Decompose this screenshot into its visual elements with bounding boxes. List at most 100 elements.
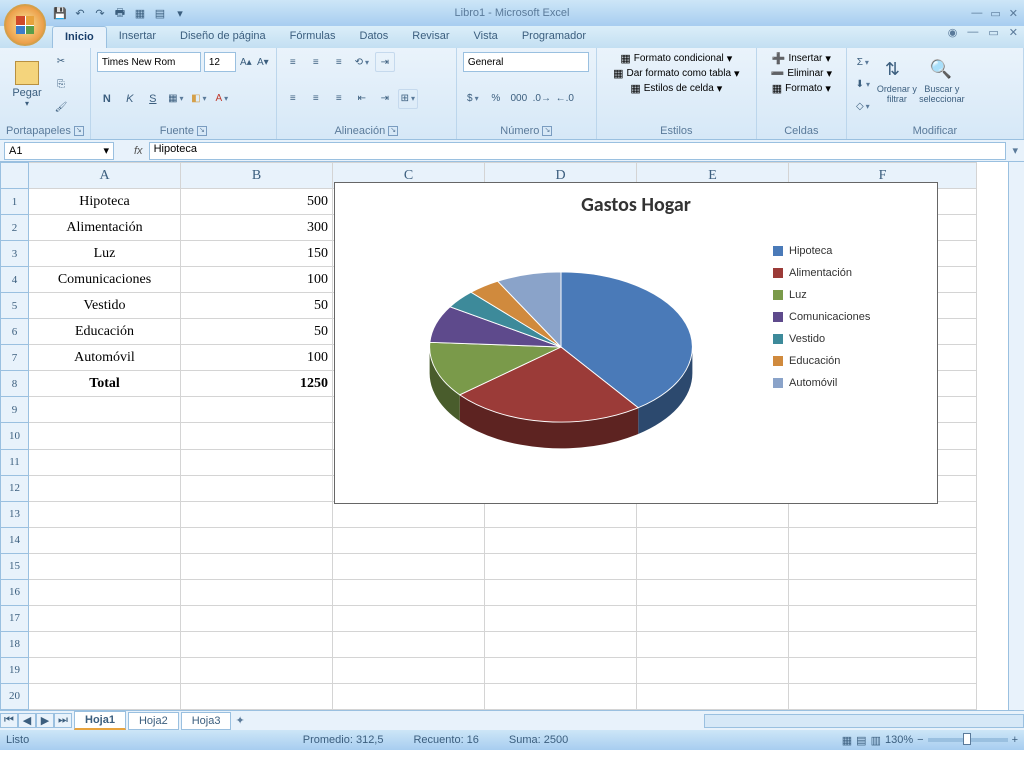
cell-B8[interactable]: 1250 xyxy=(181,371,333,397)
name-box[interactable]: A1▾ xyxy=(4,142,114,160)
cell-E19[interactable] xyxy=(637,657,789,683)
tab-inicio[interactable]: Inicio xyxy=(52,26,107,48)
cell-A17[interactable] xyxy=(29,605,181,631)
font-name-select[interactable] xyxy=(97,52,201,72)
cell-B15[interactable] xyxy=(181,553,333,579)
row-header[interactable]: 19 xyxy=(1,657,29,683)
row-header[interactable]: 18 xyxy=(1,631,29,657)
border-button[interactable]: ▦ xyxy=(166,89,186,109)
cell-C18[interactable] xyxy=(333,631,485,657)
cell-A16[interactable] xyxy=(29,579,181,605)
row-header[interactable]: 5 xyxy=(1,293,29,319)
row-header[interactable]: 2 xyxy=(1,215,29,241)
clear-icon[interactable]: ◇ xyxy=(853,96,873,116)
cell-D17[interactable] xyxy=(485,605,637,631)
ribbon-restore-icon[interactable]: ▭ xyxy=(988,26,998,39)
row-header[interactable]: 11 xyxy=(1,449,29,475)
tab-insertar[interactable]: Insertar xyxy=(107,26,168,48)
cell-E17[interactable] xyxy=(637,605,789,631)
cell-E18[interactable] xyxy=(637,631,789,657)
next-sheet-icon[interactable]: ▶ xyxy=(36,713,54,728)
cell-B9[interactable] xyxy=(181,397,333,423)
cell-F17[interactable] xyxy=(789,605,977,631)
last-sheet-icon[interactable]: ⏭ xyxy=(54,713,72,728)
cell-B17[interactable] xyxy=(181,605,333,631)
close-icon[interactable]: ✕ xyxy=(1009,7,1018,20)
office-button[interactable] xyxy=(4,4,46,46)
sheet-tab-hoja3[interactable]: Hoja3 xyxy=(181,712,232,730)
cell-F15[interactable] xyxy=(789,553,977,579)
decrease-font-icon[interactable]: A▾ xyxy=(256,52,270,72)
cell-B14[interactable] xyxy=(181,527,333,553)
cell-A19[interactable] xyxy=(29,657,181,683)
number-format-select[interactable] xyxy=(463,52,589,72)
zoom-slider[interactable] xyxy=(928,738,1008,742)
cell-F19[interactable] xyxy=(789,657,977,683)
underline-button[interactable]: S xyxy=(143,89,163,109)
cell-A3[interactable]: Luz xyxy=(29,241,181,267)
cell-E20[interactable] xyxy=(637,683,789,709)
row-header[interactable]: 3 xyxy=(1,241,29,267)
format-cells-button[interactable]: ▦Formato ▾ xyxy=(763,82,840,95)
paste-button[interactable]: Pegar ▾ xyxy=(6,54,48,114)
ribbon-minimize-icon[interactable]: — xyxy=(967,26,978,39)
cell-D19[interactable] xyxy=(485,657,637,683)
expand-formula-icon[interactable]: ▾ xyxy=(1006,144,1024,157)
find-select-button[interactable]: 🔍 Buscar y seleccionar xyxy=(921,52,963,112)
tab-formulas[interactable]: Fórmulas xyxy=(278,26,348,48)
decrease-indent-icon[interactable]: ⇤ xyxy=(352,89,372,109)
cell-A4[interactable]: Comunicaciones xyxy=(29,267,181,293)
qat-icon[interactable]: ▤ xyxy=(152,5,168,21)
row-header[interactable]: 13 xyxy=(1,501,29,527)
align-middle-icon[interactable]: ≡ xyxy=(306,52,326,72)
increase-font-icon[interactable]: A▴ xyxy=(239,52,253,72)
cell-B16[interactable] xyxy=(181,579,333,605)
wrap-text-icon[interactable]: ⇥ xyxy=(375,52,395,72)
align-right-icon[interactable]: ≡ xyxy=(329,89,349,109)
align-top-icon[interactable]: ≡ xyxy=(283,52,303,72)
cell-C16[interactable] xyxy=(333,579,485,605)
cell-B10[interactable] xyxy=(181,423,333,449)
cell-B7[interactable]: 100 xyxy=(181,345,333,371)
cell-A6[interactable]: Educación xyxy=(29,319,181,345)
print-icon[interactable]: 🖶 xyxy=(112,5,128,21)
cell-C17[interactable] xyxy=(333,605,485,631)
cell-B18[interactable] xyxy=(181,631,333,657)
autosum-icon[interactable]: Σ xyxy=(853,52,873,72)
cell-E15[interactable] xyxy=(637,553,789,579)
cell-F13[interactable] xyxy=(789,501,977,527)
align-bottom-icon[interactable]: ≡ xyxy=(329,52,349,72)
cell-B20[interactable] xyxy=(181,683,333,709)
cell-A8[interactable]: Total xyxy=(29,371,181,397)
cell-F14[interactable] xyxy=(789,527,977,553)
row-header[interactable]: 8 xyxy=(1,371,29,397)
col-header-A[interactable]: A xyxy=(29,163,181,189)
cell-C15[interactable] xyxy=(333,553,485,579)
select-all-corner[interactable] xyxy=(1,163,29,189)
cell-D15[interactable] xyxy=(485,553,637,579)
zoom-out-icon[interactable]: − xyxy=(917,734,923,746)
redo-icon[interactable]: ↷ xyxy=(92,5,108,21)
qat-more-icon[interactable]: ▾ xyxy=(172,5,188,21)
cell-A7[interactable]: Automóvil xyxy=(29,345,181,371)
increase-indent-icon[interactable]: ⇥ xyxy=(375,89,395,109)
col-header-B[interactable]: B xyxy=(181,163,333,189)
align-left-icon[interactable]: ≡ xyxy=(283,89,303,109)
cell-B13[interactable] xyxy=(181,501,333,527)
zoom-in-icon[interactable]: + xyxy=(1012,734,1018,746)
cell-styles-button[interactable]: ▦Estilos de celda ▾ xyxy=(603,82,750,95)
cell-B4[interactable]: 100 xyxy=(181,267,333,293)
new-sheet-icon[interactable]: ✦ xyxy=(235,714,244,727)
cell-B2[interactable]: 300 xyxy=(181,215,333,241)
cell-B12[interactable] xyxy=(181,475,333,501)
cell-B5[interactable]: 50 xyxy=(181,293,333,319)
row-header[interactable]: 1 xyxy=(1,189,29,215)
minimize-icon[interactable]: — xyxy=(971,7,982,20)
row-header[interactable]: 10 xyxy=(1,423,29,449)
font-size-select[interactable] xyxy=(204,52,236,72)
vertical-scrollbar[interactable] xyxy=(1008,162,1024,710)
cell-C19[interactable] xyxy=(333,657,485,683)
percent-icon[interactable]: % xyxy=(486,89,506,109)
cell-A12[interactable] xyxy=(29,475,181,501)
formula-input[interactable]: Hipoteca xyxy=(149,142,1007,160)
